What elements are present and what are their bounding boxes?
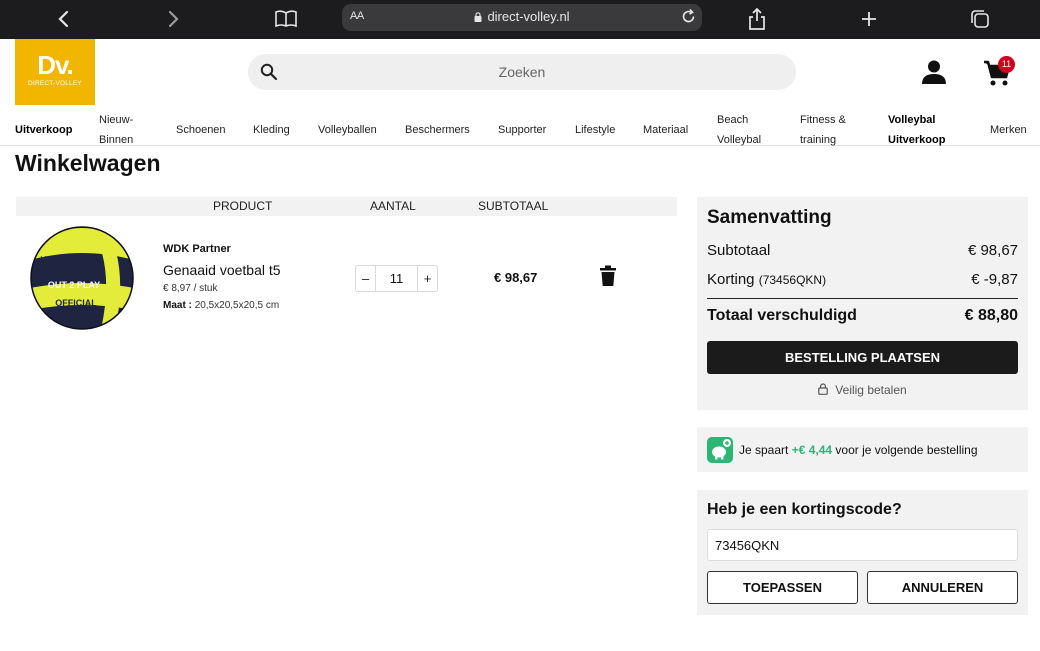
- nav-item-volleyballen[interactable]: Volleyballen: [318, 120, 377, 140]
- savings-banner: Je spaart +€ 4,44 voor je volgende beste…: [697, 427, 1028, 472]
- apply-coupon-button[interactable]: TOEPASSEN: [707, 571, 858, 604]
- lock-icon: [474, 12, 482, 22]
- total-value: € 88,80: [964, 307, 1018, 324]
- decrease-quantity-button[interactable]: –: [356, 266, 376, 291]
- summary-title: Samenvatting: [707, 207, 832, 228]
- lock-icon: [818, 383, 829, 395]
- reload-icon[interactable]: [680, 8, 697, 30]
- secure-payment-text: Veilig betalen: [835, 383, 907, 397]
- product-size: Maat : 20,5x20,5x20,5 cm: [163, 300, 279, 311]
- size-value: 20,5x20,5x20,5 cm: [194, 300, 280, 311]
- product-unit-price: € 8,97 / stuk: [163, 283, 218, 294]
- secure-payment-note: Veilig betalen: [697, 383, 1028, 397]
- logo-mark: Dv.: [37, 50, 74, 80]
- savings-amount: +€ 4,44: [791, 443, 833, 457]
- nav-item-lifestyle[interactable]: Lifestyle: [575, 120, 615, 140]
- discount-label: Korting: [707, 271, 755, 288]
- tabs-overview-icon[interactable]: [968, 7, 992, 31]
- account-icon[interactable]: [920, 58, 948, 86]
- address-bar[interactable]: AA direct-volley.nl: [342, 4, 702, 31]
- discount-value: € -9,87: [971, 271, 1018, 288]
- ball-print-official: OFFICIAL: [55, 298, 97, 308]
- nav-item-merken[interactable]: Merken: [990, 120, 1027, 140]
- main-navigation: Uitverkoop Nieuw- Binnen Schoenen Kleding…: [0, 108, 1040, 146]
- forward-icon[interactable]: [162, 7, 186, 31]
- ball-print-brand: OUT 2 PLAY: [48, 280, 100, 290]
- size-label: Maat :: [163, 300, 192, 311]
- back-icon[interactable]: [51, 7, 75, 31]
- increase-quantity-button[interactable]: +: [417, 266, 437, 291]
- product-brand: WDK Partner: [163, 243, 231, 255]
- savings-text: Je spaart +€ 4,44 voor je volgende beste…: [739, 443, 978, 457]
- summary-divider: [707, 298, 1018, 299]
- total-label: Totaal verschuldigd: [707, 307, 857, 324]
- nav-item-kleding[interactable]: Kleding: [253, 120, 290, 140]
- subtotal-label: Subtotaal: [707, 242, 771, 259]
- trash-icon[interactable]: [598, 265, 618, 287]
- share-icon[interactable]: [745, 7, 769, 31]
- discount-label-group: Korting (73456QKN): [707, 271, 826, 288]
- line-subtotal: € 98,67: [494, 270, 538, 285]
- nav-item-schoenen[interactable]: Schoenen: [176, 120, 226, 140]
- product-name[interactable]: Genaaid voetbal t5: [163, 262, 281, 278]
- place-order-button[interactable]: BESTELLING PLAATSEN: [707, 341, 1018, 374]
- search-bar[interactable]: Zoeken: [248, 54, 796, 90]
- subtotal-value: € 98,67: [967, 242, 1018, 259]
- nav-item-volleybal-uitverkoop[interactable]: Volleybal Uitverkoop: [888, 110, 945, 150]
- savings-suffix: voor je volgende bestelling: [835, 443, 978, 457]
- browser-toolbar: AA direct-volley.nl: [0, 0, 1040, 39]
- piggy-bank-icon: [707, 437, 733, 463]
- site-logo[interactable]: Dv. DIRECT-VOLLEY: [15, 39, 95, 105]
- order-summary: Samenvatting Subtotaal € 98,67 Korting (…: [697, 197, 1028, 410]
- discount-code: (73456QKN): [758, 273, 827, 287]
- nav-item-nieuw-binnen[interactable]: Nieuw- Binnen: [99, 110, 133, 150]
- url-display[interactable]: direct-volley.nl: [342, 9, 702, 24]
- coupon-title: Heb je een kortingscode?: [707, 501, 902, 518]
- quantity-stepper: – +: [355, 265, 438, 292]
- nav-item-beschermers[interactable]: Beschermers: [405, 120, 470, 140]
- new-tab-icon[interactable]: [857, 7, 881, 31]
- nav-item-beach-volleybal[interactable]: Beach Volleybal: [717, 110, 761, 150]
- nav-item-supporter[interactable]: Supporter: [498, 120, 546, 140]
- header-product: PRODUCT: [213, 199, 273, 213]
- cancel-coupon-button[interactable]: ANNULEREN: [867, 571, 1018, 604]
- url-text: direct-volley.nl: [487, 9, 570, 24]
- coupon-panel: Heb je een kortingscode? TOEPASSEN ANNUL…: [697, 490, 1028, 615]
- cart-table-header: PRODUCT AANTAL SUBTOTAAL: [16, 197, 677, 216]
- cart-count-badge: 11: [998, 56, 1015, 73]
- nav-item-fitness-training[interactable]: Fitness & training: [800, 110, 846, 150]
- nav-item-materiaal[interactable]: Materiaal: [643, 120, 688, 140]
- nav-item-uitverkoop[interactable]: Uitverkoop: [15, 120, 72, 140]
- product-image[interactable]: VOLLEYBALL OUT 2 PLAY OFFICIAL: [30, 226, 134, 330]
- page-title: Winkelwagen: [15, 150, 161, 176]
- quantity-input[interactable]: [376, 266, 417, 291]
- savings-prefix: Je spaart: [739, 443, 789, 457]
- logo-subtitle: DIRECT-VOLLEY: [28, 80, 82, 87]
- search-input[interactable]: Zoeken: [248, 64, 796, 80]
- coupon-code-input[interactable]: [707, 529, 1018, 561]
- header-quantity: AANTAL: [370, 199, 416, 213]
- bookmarks-icon[interactable]: [274, 7, 298, 31]
- ball-print-volleyball: VOLLEYBALL: [41, 255, 92, 264]
- header-subtotal: SUBTOTAAL: [478, 199, 549, 213]
